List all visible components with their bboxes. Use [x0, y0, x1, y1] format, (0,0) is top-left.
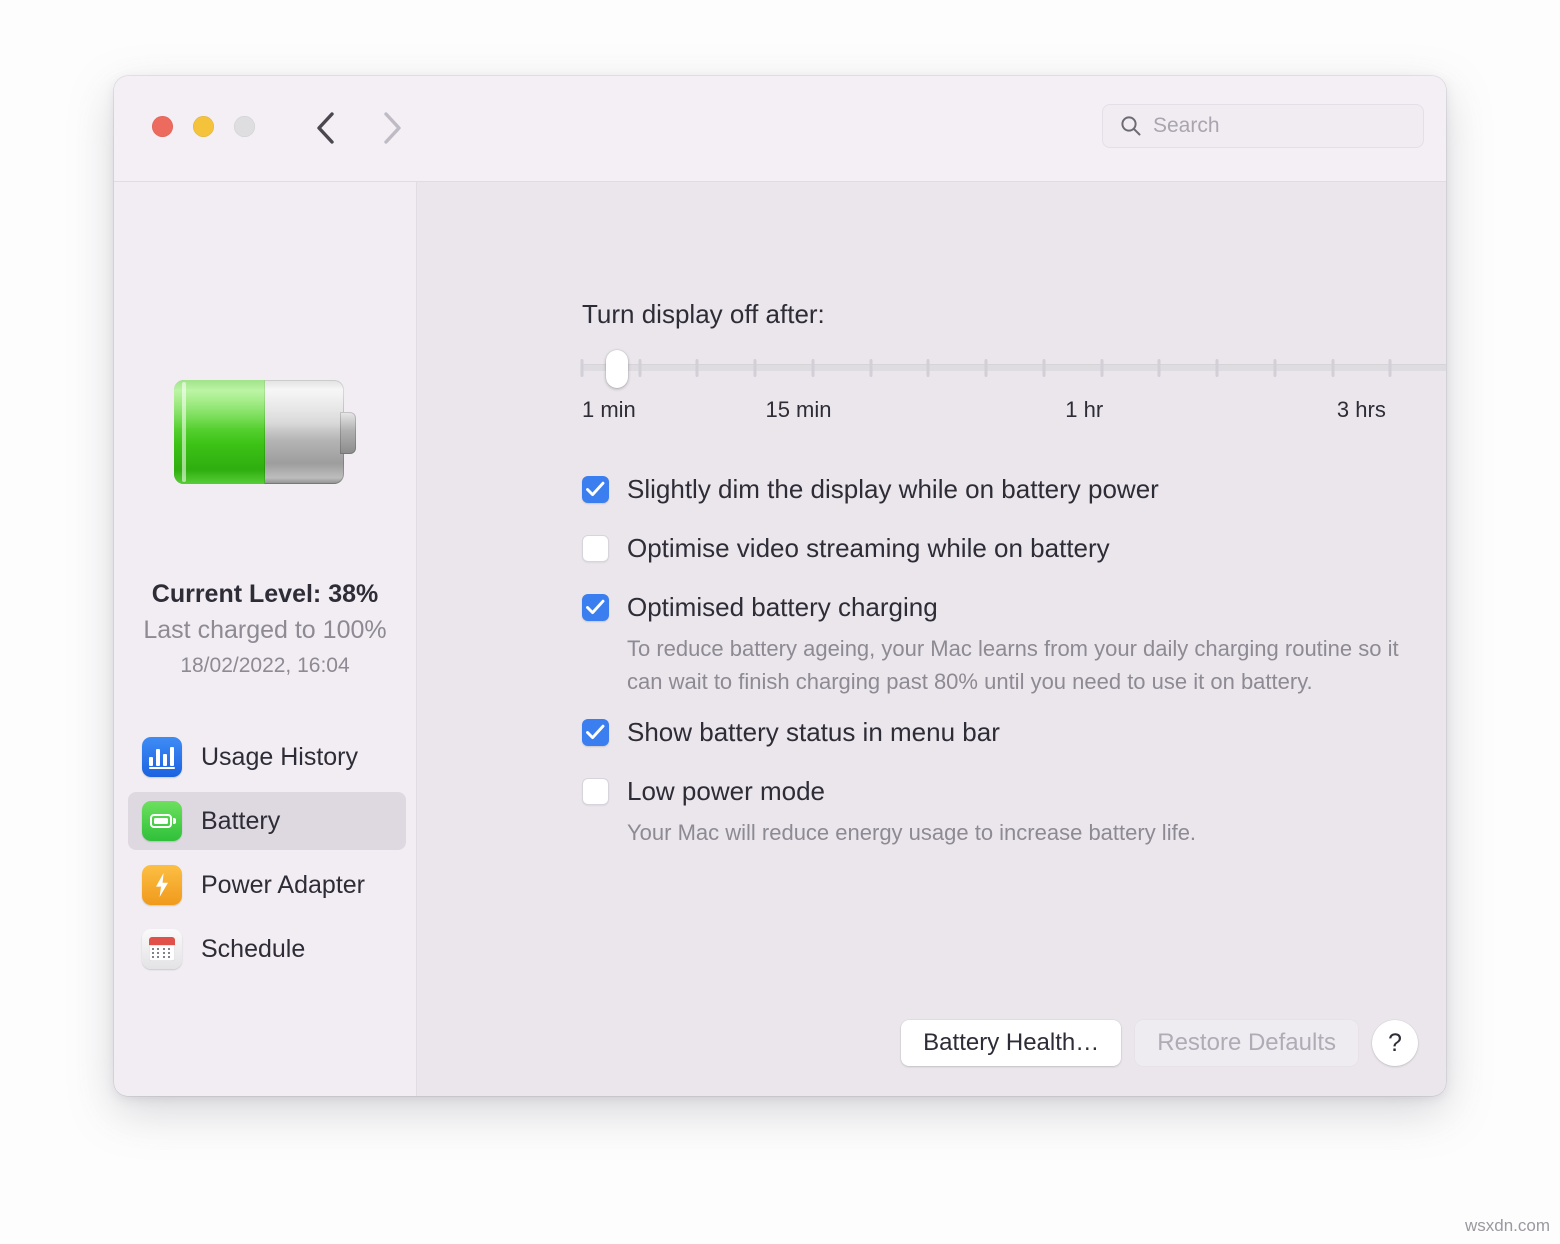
slider-tick [754, 359, 757, 377]
slider-tick [1100, 359, 1103, 377]
slider-label: 1 hr [1065, 397, 1103, 423]
slider-tick [1042, 359, 1045, 377]
options-list: Slightly dim the display while on batter… [582, 472, 1406, 849]
help-button[interactable]: ? [1372, 1020, 1418, 1066]
option-show-battery-status-menu-bar[interactable]: Show battery status in menu bar [582, 715, 1406, 749]
slider-tick [638, 359, 641, 377]
navigation-arrows [312, 106, 406, 150]
slider-tick [1389, 359, 1392, 377]
forward-arrow-icon[interactable] [376, 106, 406, 150]
usage-history-icon [142, 737, 182, 777]
battery-icon [142, 801, 182, 841]
slider-tick [1158, 359, 1161, 377]
slider-tick [985, 359, 988, 377]
slider-label: 3 hrs [1337, 397, 1386, 423]
option-slightly-dim-display[interactable]: Slightly dim the display while on batter… [582, 472, 1406, 506]
current-level-text: Current Level: 38% [114, 580, 416, 609]
last-charged-date: 18/02/2022, 16:04 [114, 654, 416, 678]
battery-health-button[interactable]: Battery Health… [901, 1020, 1121, 1066]
search-icon [1119, 114, 1143, 138]
checkbox-unchecked[interactable] [582, 535, 609, 562]
battery-left-highlight [182, 382, 186, 482]
sidebar-nav: Usage History Battery [128, 728, 406, 984]
slider-label: 1 min [582, 397, 636, 423]
option-optimise-video-streaming[interactable]: Optimise video streaming while on batter… [582, 531, 1406, 565]
slider-tick [869, 359, 872, 377]
calendar-header [149, 937, 175, 945]
calendar-dots [152, 948, 172, 959]
battery-fill-level [174, 380, 265, 484]
checkbox-unchecked[interactable] [582, 778, 609, 805]
slider-knob[interactable] [606, 350, 628, 388]
turn-display-off-slider[interactable] [582, 350, 1446, 388]
close-window-button[interactable] [152, 116, 173, 137]
battery-shell [150, 814, 172, 828]
last-charged-text: Last charged to 100% [114, 616, 416, 645]
slider-ticks [582, 359, 1446, 377]
checkmark-icon [586, 724, 605, 741]
battery-body [174, 380, 344, 484]
search-field[interactable]: Search [1102, 104, 1424, 148]
search-placeholder: Search [1153, 114, 1220, 138]
battery-graphic [114, 380, 416, 484]
checkbox-checked[interactable] [582, 476, 609, 503]
turn-display-off-label: Turn display off after: [582, 299, 825, 330]
sidebar-item-label: Usage History [201, 743, 358, 772]
system-preferences-window: Battery Search [114, 76, 1446, 1096]
checkbox-checked[interactable] [582, 719, 609, 746]
option-description: To reduce battery ageing, your Mac learn… [627, 632, 1406, 698]
slider-label: 15 min [765, 397, 831, 423]
traffic-light-controls [152, 116, 255, 137]
sidebar-item-label: Battery [201, 807, 280, 836]
bar-chart-bars [149, 747, 175, 766]
option-label: Show battery status in menu bar [627, 715, 1000, 749]
slider-tick [927, 359, 930, 377]
slider-tick [696, 359, 699, 377]
sidebar-item-usage-history[interactable]: Usage History [128, 728, 406, 786]
zoom-window-button[interactable] [234, 116, 255, 137]
schedule-icon [142, 929, 182, 969]
sidebar-item-battery[interactable]: Battery [128, 792, 406, 850]
battery-nub [173, 818, 176, 824]
option-label: Optimised battery charging [627, 590, 938, 624]
sidebar-item-label: Schedule [201, 935, 305, 964]
slider-scale-labels: 1 min15 min1 hr3 hrsNever [582, 397, 1446, 427]
option-optimised-battery-charging[interactable]: Optimised battery charging [582, 590, 1406, 624]
slider-tick [581, 359, 584, 377]
watermark: wsxdn.com [1465, 1216, 1550, 1236]
option-label: Slightly dim the display while on batter… [627, 472, 1159, 506]
sidebar-item-power-adapter[interactable]: Power Adapter [128, 856, 406, 914]
option-label: Optimise video streaming while on batter… [627, 531, 1110, 565]
sidebar-item-label: Power Adapter [201, 871, 365, 900]
option-label: Low power mode [627, 774, 825, 808]
battery-terminal [340, 412, 356, 454]
main-panel: Turn display off after: 1 min 15 min 1 hr 3… [418, 182, 1446, 1096]
slider-tick [1273, 359, 1276, 377]
slider-tick [811, 359, 814, 377]
checkmark-icon [586, 599, 605, 616]
window-body: Current Level: 38% Last charged to 100% … [114, 182, 1446, 1096]
back-arrow-icon[interactable] [312, 106, 342, 150]
sidebar-item-schedule[interactable]: Schedule [128, 920, 406, 978]
power-adapter-icon [142, 865, 182, 905]
option-low-power-mode[interactable]: Low power mode [582, 774, 1406, 808]
option-description: Your Mac will reduce energy usage to inc… [627, 816, 1406, 849]
minimise-window-button[interactable] [193, 116, 214, 137]
battery-illustration [174, 380, 356, 484]
checkbox-checked[interactable] [582, 594, 609, 621]
slider-tick [1216, 359, 1219, 377]
footer-buttons: Battery Health… Restore Defaults ? [901, 1020, 1418, 1066]
lightning-bolt-icon [155, 873, 169, 897]
screen: Battery Search [0, 0, 1560, 1244]
restore-defaults-button[interactable]: Restore Defaults [1135, 1020, 1358, 1066]
checkmark-icon [586, 481, 605, 498]
sidebar: Current Level: 38% Last charged to 100% … [114, 182, 417, 1096]
window-titlebar: Battery Search [114, 76, 1446, 182]
slider-tick [1331, 359, 1334, 377]
bar-chart-baseline [149, 767, 175, 769]
